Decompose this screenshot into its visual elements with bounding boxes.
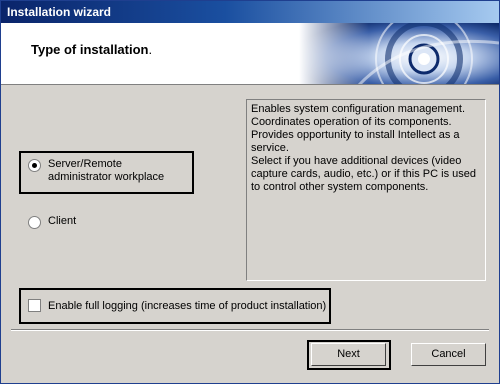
logging-checkbox[interactable] [28, 299, 41, 312]
logging-option[interactable]: Enable full logging (increases time of p… [28, 299, 326, 312]
description-line: Select if you have additional devices (v… [251, 155, 476, 193]
cancel-button[interactable]: Cancel [411, 343, 486, 366]
client-option-label: Client [48, 215, 77, 227]
title-bar: Installation wizard [1, 1, 499, 23]
next-button[interactable]: Next [311, 343, 386, 366]
description-line: Provides opportunity to install Intellec… [251, 129, 460, 154]
description-line: Coordinates operation of its components. [251, 116, 452, 128]
header-decoration-graphic [299, 23, 499, 84]
description-line: Enables system configuration management. [251, 103, 466, 115]
client-radio-button[interactable] [28, 216, 41, 229]
logging-option-label: Enable full logging (increases time of p… [48, 299, 327, 312]
page-title: Type of installation. [31, 42, 153, 57]
divider [11, 329, 489, 331]
installer-window: Installation wizard Type of installation… [0, 0, 500, 384]
server-option-label: Server/Remote administrator workplace [48, 158, 165, 183]
client-option[interactable]: Client [28, 215, 76, 229]
window-title: Installation wizard [7, 5, 112, 19]
wizard-header: Type of installation. [1, 23, 499, 85]
server-option[interactable]: Server/Remote administrator workplace [28, 158, 188, 184]
description-box: Enables system configuration management.… [246, 99, 486, 281]
server-radio-button[interactable] [28, 159, 41, 172]
